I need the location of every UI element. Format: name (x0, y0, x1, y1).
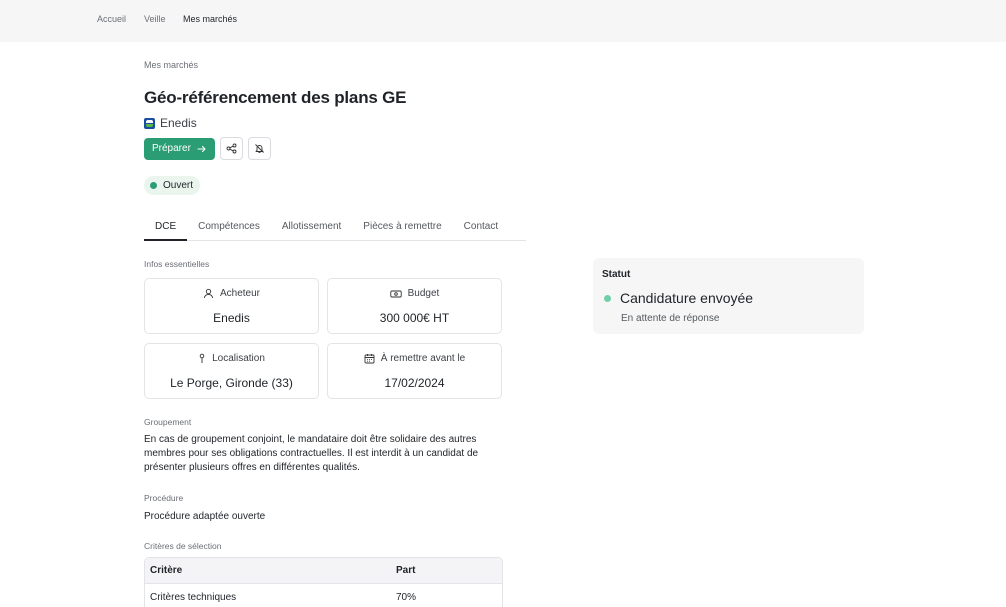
banknote-icon (389, 289, 402, 299)
criteria-table: Critère Part Critères techniques 70% (144, 557, 503, 607)
column-header-part: Part (396, 565, 416, 576)
info-card-value: 300 000€ HT (379, 311, 450, 325)
column-header-critere: Critère (150, 565, 183, 576)
share-icon (226, 143, 237, 154)
enedis-logo (144, 117, 155, 129)
info-card-value: Le Porge, Gironde (33) (170, 376, 293, 390)
status-badge-label: Ouvert (163, 180, 194, 191)
tab-pieces-a-remettre[interactable]: Pièces à remettre (352, 214, 452, 241)
breadcrumb[interactable]: Mes marchés (144, 60, 198, 70)
table-cell-critere: Critères techniques (150, 591, 237, 603)
info-card-label: À remettre avant le (380, 353, 466, 364)
user-icon (203, 288, 214, 299)
calendar-icon (364, 353, 375, 364)
statut-subtitle: En attente de réponse (621, 313, 720, 324)
nav-item-veille[interactable]: Veille (144, 14, 166, 24)
action-bar: Préparer (144, 137, 271, 160)
tab-competences[interactable]: Compétences (187, 214, 271, 241)
alert-off-button[interactable] (247, 137, 271, 160)
statut-value: Candidature envoyée (620, 290, 754, 306)
nav-item-mes-marches[interactable]: Mes marchés (183, 14, 237, 24)
table-header: Critère Part (145, 558, 502, 584)
tab-dce[interactable]: DCE (144, 214, 188, 241)
info-card-budget: Budget 300 000€ HT (327, 278, 502, 334)
buyer-row: Enedis (144, 116, 197, 130)
info-card-localisation: Localisation Le Porge, Gironde (33) (144, 343, 319, 399)
table-row: Critères techniques 70% (145, 584, 502, 607)
groupement-text: En cas de groupement conjoint, le mandat… (144, 434, 479, 473)
buyer-name: Enedis (160, 116, 197, 130)
info-card-label: Localisation (212, 353, 265, 364)
prepare-button-label: Préparer (152, 143, 191, 154)
infos-section-label: Infos essentielles (144, 259, 210, 269)
prepare-button[interactable]: Préparer (144, 137, 215, 160)
page-title: Géo-référencement des plans GE (144, 88, 407, 107)
statut-dot (604, 295, 611, 302)
criteres-label: Critères de sélection (144, 541, 222, 551)
tab-contact[interactable]: Contact (453, 214, 509, 241)
arrow-right-icon (197, 144, 207, 154)
top-navigation: Accueil Veille Mes marchés (0, 0, 1006, 42)
info-card-value: 17/02/2024 (384, 376, 445, 390)
info-card-label: Acheteur (219, 288, 261, 299)
info-card-label: Budget (407, 288, 440, 299)
tab-allotissement[interactable]: Allotissement (271, 214, 352, 241)
bell-off-icon (254, 143, 265, 154)
groupement-label: Groupement (144, 417, 192, 427)
status-dot (150, 182, 157, 189)
info-card-value: Enedis (213, 311, 250, 325)
share-button[interactable] (219, 137, 243, 160)
pin-icon (198, 353, 206, 364)
table-cell-part: 70% (396, 591, 417, 603)
statut-card: Statut Candidature envoyée En attente de… (593, 258, 864, 334)
info-card-acheteur: Acheteur Enedis (144, 278, 319, 334)
statut-title: Statut (602, 269, 631, 280)
procedure-label: Procédure (144, 493, 184, 503)
nav-item-accueil[interactable]: Accueil (97, 14, 126, 24)
info-card-date-limite: À remettre avant le 17/02/2024 (327, 343, 502, 399)
status-badge: Ouvert (144, 176, 201, 195)
tab-bar: DCE Compétences Allotissement Pièces à r… (144, 214, 526, 241)
procedure-text: Procédure adaptée ouverte (144, 511, 266, 522)
